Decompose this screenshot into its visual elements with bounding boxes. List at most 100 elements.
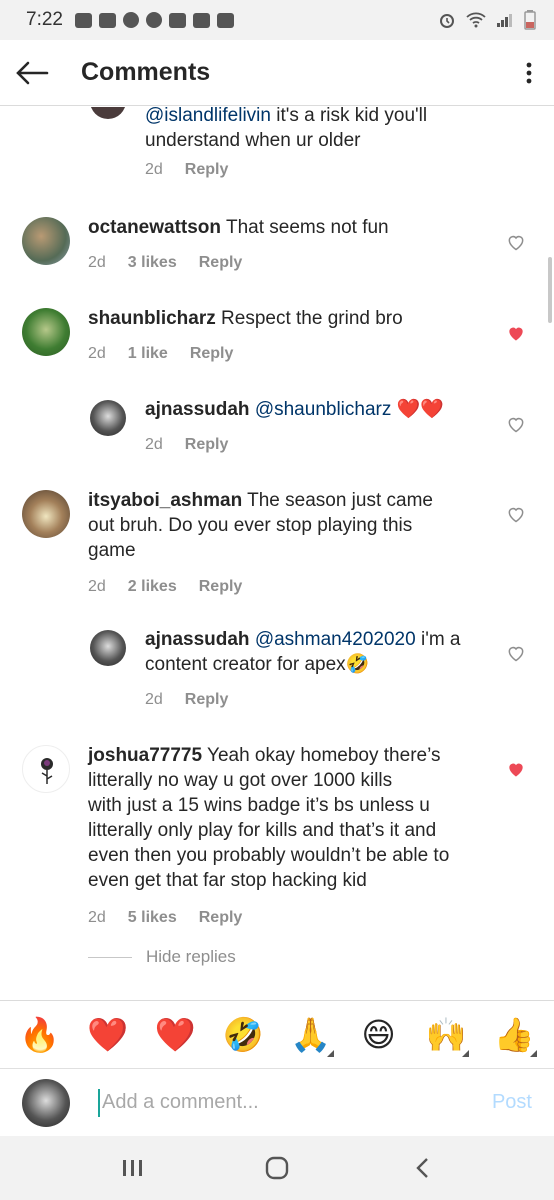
hide-replies-label: Hide replies <box>146 947 236 966</box>
comment-meta: 2d Reply <box>145 691 228 709</box>
username-link[interactable]: itsyaboi_ashman <box>88 490 242 511</box>
heart-filled-icon[interactable] <box>506 323 526 343</box>
scrollbar[interactable] <box>548 257 552 323</box>
own-avatar <box>22 1078 70 1127</box>
raised-hands-emoji-button[interactable]: 🙌 <box>421 1018 471 1057</box>
reply-button[interactable]: Reply <box>190 345 234 363</box>
reply-button[interactable]: Reply <box>185 691 229 709</box>
emoji-quick-bar: 🔥 ❤️ ❤️ 🤣 🙏 😄 🙌 👍 <box>0 1000 554 1068</box>
back-button[interactable] <box>0 40 64 106</box>
comment-time: 2d <box>88 909 106 926</box>
reply-button[interactable]: Reply <box>185 436 229 454</box>
likes-count[interactable]: 3 likes <box>128 254 177 272</box>
comment-text: itsyaboi_ashman The season just came out… <box>88 490 433 561</box>
reply-button[interactable]: Reply <box>199 254 243 272</box>
username-link[interactable]: ajnassudah <box>145 629 250 650</box>
comments-list[interactable]: @islandlifelivin it's a risk kid you'll … <box>0 107 554 1000</box>
back-arrow-icon <box>16 61 49 84</box>
avatar[interactable] <box>22 490 70 538</box>
comment-meta: 2d Reply <box>145 436 228 454</box>
comment-time: 2d <box>145 691 163 708</box>
avatar[interactable] <box>22 745 70 793</box>
heart-emoji-button-2[interactable]: ❤️ <box>150 1018 200 1051</box>
notification-icons <box>74 12 234 28</box>
username-link[interactable]: octanewattson <box>88 217 221 238</box>
comment-time: 2d <box>145 161 163 178</box>
page-title: Comments <box>81 58 211 86</box>
alarm-icon <box>440 14 454 28</box>
wifi-icon <box>466 12 486 28</box>
comment-time: 2d <box>88 578 106 595</box>
status-bar: 7:22 <box>0 0 554 40</box>
status-time: 7:22 <box>26 9 63 30</box>
likes-count[interactable]: 2 likes <box>128 578 177 596</box>
reply-button[interactable]: Reply <box>185 161 229 179</box>
comment-time: 2d <box>88 345 106 362</box>
mention-link[interactable]: @ashman4202020 <box>250 629 416 650</box>
comment-composer: Post <box>0 1068 554 1136</box>
comment-text: ajnassudah @shaunblicharz ❤️❤️ <box>145 399 444 420</box>
heart-outline-icon[interactable] <box>506 504 526 524</box>
likes-count[interactable]: 1 like <box>128 345 168 363</box>
twitch-icon <box>192 12 210 28</box>
home-icon <box>265 1156 289 1180</box>
avatar[interactable] <box>90 107 126 119</box>
comment-time: 2d <box>145 436 163 453</box>
app-header: Comments <box>0 40 554 106</box>
battery-icon <box>524 10 536 30</box>
comment-text: shaunblicharz Respect the grind bro <box>88 308 403 329</box>
chevron-left-icon <box>415 1158 428 1178</box>
divider <box>88 956 132 958</box>
comment-input[interactable] <box>98 1088 482 1117</box>
back-nav-button[interactable] <box>392 1143 452 1193</box>
system-nav-bar <box>0 1136 554 1200</box>
comment-text: ajnassudah @ashman4202020 i'm a content … <box>145 629 461 675</box>
signal-icon <box>497 14 512 27</box>
comment-meta: 2d 3 likes Reply <box>88 254 242 272</box>
username-link[interactable]: ajnassudah <box>145 399 250 420</box>
avatar[interactable] <box>90 630 126 666</box>
skin-tone-indicator-icon <box>462 1050 470 1057</box>
comment-meta: 2d 5 likes Reply <box>88 909 242 927</box>
comment-text: octanewattson That seems not fun <box>88 217 389 238</box>
fire-emoji-button[interactable]: 🔥 <box>15 1018 65 1051</box>
chat-icon <box>145 12 162 28</box>
discord-icon <box>74 12 92 28</box>
grin-emoji-button[interactable]: 😄 <box>354 1018 404 1051</box>
comment-text: @islandlifelivin it's a risk kid you'll … <box>145 107 428 151</box>
avatar[interactable] <box>22 217 70 265</box>
avatar[interactable] <box>90 400 126 436</box>
heart-emoji-button[interactable]: ❤️ <box>83 1018 133 1051</box>
heart-outline-icon[interactable] <box>506 414 526 434</box>
username-link[interactable]: shaunblicharz <box>88 308 216 329</box>
medium-icon <box>168 12 186 28</box>
more-options-button[interactable] <box>504 40 554 106</box>
home-button[interactable] <box>247 1143 307 1193</box>
hide-replies-button[interactable]: Hide replies <box>88 947 236 967</box>
pray-emoji-button[interactable]: 🙏 <box>286 1018 336 1057</box>
reply-button[interactable]: Reply <box>199 578 243 596</box>
thumbs-up-emoji-button[interactable]: 👍 <box>489 1018 539 1057</box>
comment-meta: 2d 1 like Reply <box>88 345 233 363</box>
recent-apps-button[interactable] <box>102 1143 162 1193</box>
rose-icon <box>41 758 53 784</box>
comment-meta: 2d 2 likes Reply <box>88 578 242 596</box>
more-vertical-icon <box>526 62 532 83</box>
heart-outline-icon[interactable] <box>506 232 526 252</box>
likes-count[interactable]: 5 likes <box>128 909 177 927</box>
youtube-icon <box>98 12 116 28</box>
heart-outline-icon[interactable] <box>506 643 526 663</box>
mention-link[interactable]: @islandlifelivin <box>145 107 271 126</box>
skin-tone-indicator-icon <box>530 1050 538 1057</box>
heart-filled-icon[interactable] <box>506 759 526 779</box>
system-icons <box>438 10 536 30</box>
mention-link[interactable]: @shaunblicharz <box>250 399 392 420</box>
avatar[interactable] <box>22 308 70 356</box>
reply-button[interactable]: Reply <box>199 909 243 927</box>
comment-meta: 2d Reply <box>145 161 228 179</box>
messenger-icon <box>122 12 139 28</box>
comment-text: joshua77775 Yeah okay homeboy there’s li… <box>88 745 450 891</box>
username-link[interactable]: joshua77775 <box>88 745 202 766</box>
post-button[interactable]: Post <box>492 1091 532 1114</box>
laughing-emoji-button[interactable]: 🤣 <box>218 1018 268 1051</box>
